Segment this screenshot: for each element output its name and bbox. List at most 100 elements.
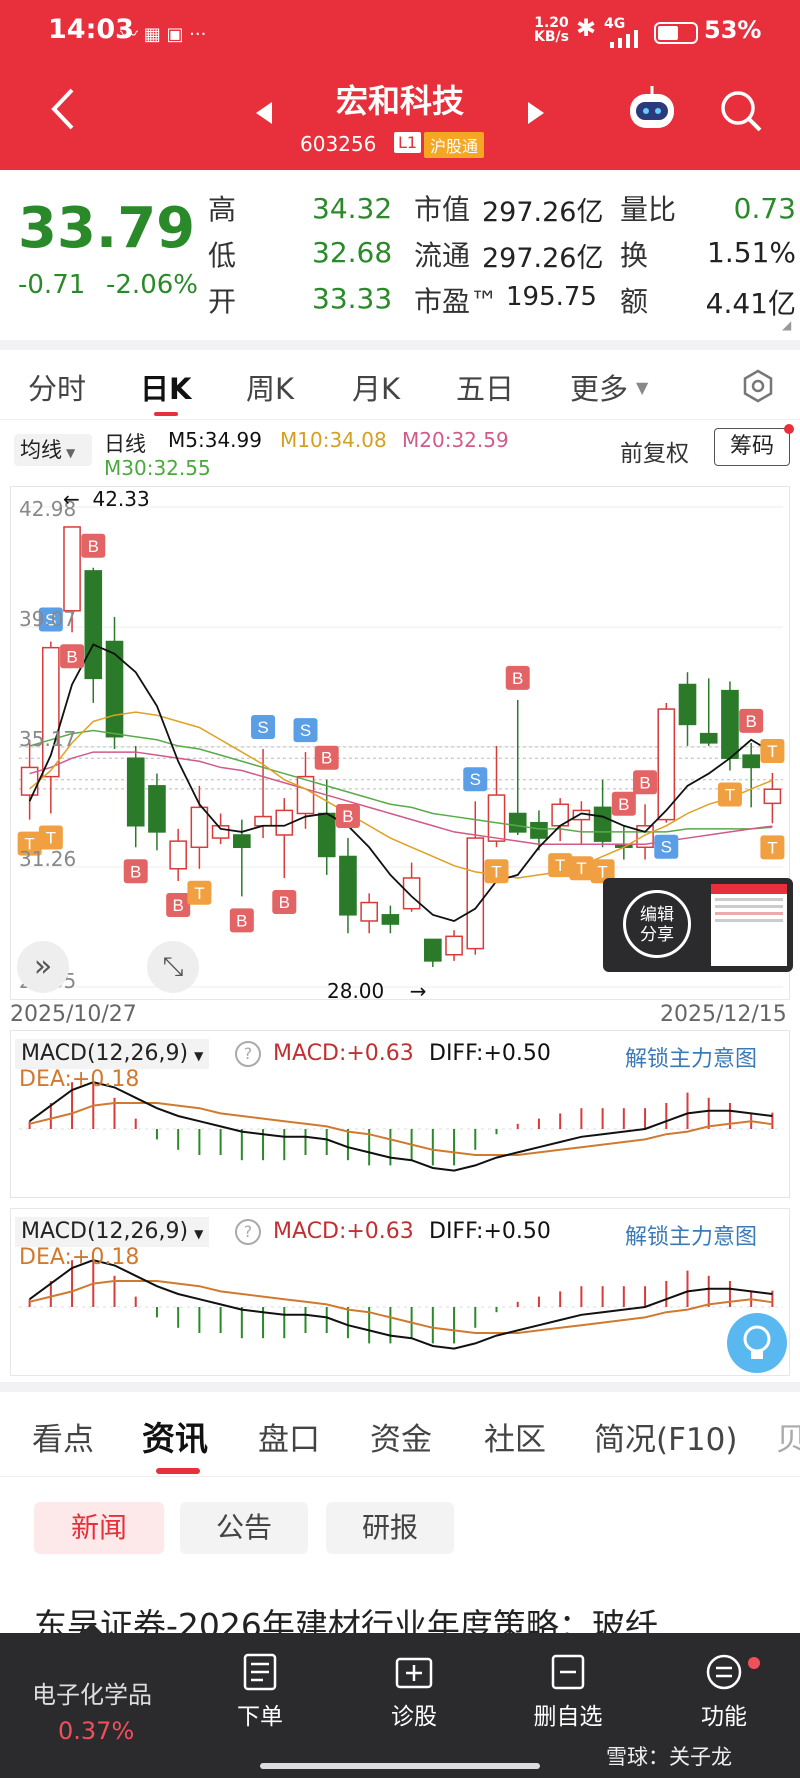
max-price-note: ← 42.33 — [63, 487, 150, 511]
help-icon[interactable]: ? — [235, 1041, 261, 1067]
min-price-note: 28.00 → — [327, 979, 427, 1003]
candle-body — [296, 775, 315, 815]
tab-community[interactable]: 社区 — [484, 1414, 546, 1459]
remove-watchlist-button[interactable]: 删自选 — [508, 1653, 628, 1731]
sector-name[interactable]: 电子化学品 — [32, 1675, 152, 1710]
min-price-value: 28.00 — [327, 979, 385, 1003]
price-change-pct: -2.06% — [106, 270, 198, 300]
tab-monthly-k[interactable]: 月K — [352, 366, 400, 408]
tab-daily-k[interactable]: 日K — [140, 366, 191, 408]
tab-f10[interactable]: 简况(F10) — [594, 1414, 737, 1459]
signal-label: T — [767, 838, 777, 857]
diagnose-icon — [395, 1657, 433, 1689]
volume-ratio-label: 量比 — [620, 193, 677, 226]
signal-label: T — [194, 884, 204, 903]
search-icon[interactable] — [718, 88, 764, 134]
functions-button[interactable]: 功能 — [664, 1653, 784, 1731]
expand-icon[interactable]: ◢ — [782, 318, 791, 332]
date-end: 2025/12/15 — [660, 1002, 787, 1027]
level-badge: L1 — [394, 132, 422, 153]
open-label: 开 — [208, 285, 237, 318]
market-cap-label: 市值 — [414, 193, 471, 226]
float-cap-label: 流通 — [414, 239, 471, 272]
tab-partial[interactable]: 贝 — [776, 1414, 800, 1459]
adjust-mode[interactable]: 前复权 — [620, 434, 689, 468]
signal-label: B — [321, 749, 332, 768]
prev-stock-button[interactable] — [254, 100, 274, 130]
candle-body — [126, 757, 145, 827]
subtab-announcements[interactable]: 公告 — [180, 1502, 308, 1554]
edit-share-button[interactable]: 编辑 分享 — [623, 890, 691, 958]
signal-label: B — [512, 669, 523, 688]
signal-label: B — [745, 712, 756, 731]
tab-highlights[interactable]: 看点 — [32, 1414, 94, 1459]
lightbulb-icon[interactable] — [727, 1313, 787, 1373]
signal-label: B — [130, 862, 141, 881]
subtab-research[interactable]: 研报 — [326, 1502, 454, 1554]
expand-panel-button[interactable]: » — [17, 941, 69, 993]
macd-title: MACD(12,26,9) — [21, 1041, 189, 1066]
settings-icon[interactable] — [740, 368, 776, 404]
ma10-value: M10:34.08 — [280, 428, 387, 452]
signal-icon — [604, 30, 644, 48]
candle-body — [466, 837, 485, 950]
tab-more[interactable]: 更多 — [570, 366, 628, 408]
back-button[interactable] — [44, 84, 84, 134]
tab-capital[interactable]: 资金 — [370, 1414, 432, 1459]
candle-body — [402, 877, 421, 910]
fullscreen-icon[interactable]: ⤡ — [147, 941, 199, 993]
tab-orderbook[interactable]: 盘口 — [258, 1414, 320, 1459]
next-stock-button[interactable] — [526, 100, 546, 130]
diagnose-button[interactable]: 诊股 — [354, 1653, 474, 1731]
net-speed: 1.20 KB/s — [534, 16, 569, 44]
notification-dot — [784, 424, 794, 434]
signal-label: S — [661, 838, 672, 857]
diff-line — [29, 1259, 773, 1350]
kline-chart[interactable]: TTSBBBBTBSBSBBSTBTTTBBSTBTT 42.98 39.07 … — [10, 486, 793, 1003]
chevron-down-icon: ▼ — [636, 378, 649, 397]
signal-label: S — [470, 770, 481, 789]
signal-label: B — [342, 807, 353, 826]
dea-line — [29, 1102, 773, 1156]
candle-body — [317, 812, 336, 858]
ma-select[interactable]: 均线 ▼ — [14, 434, 92, 466]
candle-body — [530, 821, 548, 839]
share-label: 分享 — [640, 925, 674, 945]
tab-intraday[interactable]: 分时 — [28, 366, 86, 408]
float-cap-value: 297.26亿 — [482, 243, 604, 274]
news-headline[interactable]: 东吴证券-2026年建材行业年度策略：玻纤 — [34, 1604, 800, 1633]
watermark: 雪球：关子龙 — [606, 1745, 732, 1769]
notification-dot — [748, 1657, 760, 1669]
candle-body — [424, 938, 442, 962]
unlock-link[interactable]: 解锁主力意图 — [625, 1041, 757, 1073]
chevron-down-icon: ▼ — [66, 446, 76, 460]
diff-line — [29, 1081, 773, 1172]
macd-panel-1[interactable]: MACD(12,26,9) ▼ ? MACD:+0.63 DIFF:+0.50 解… — [10, 1030, 790, 1198]
macd-select[interactable]: MACD(12,26,9) ▼ — [15, 1039, 210, 1069]
y-tick-1: 39.07 — [19, 607, 77, 631]
tab-weekly-k[interactable]: 周K — [246, 366, 294, 408]
chips-button[interactable]: 筹码 — [714, 428, 790, 466]
high-label: 高 — [208, 193, 237, 226]
macd-select[interactable]: MACD(12,26,9) ▼ — [15, 1217, 210, 1247]
stock-name: 宏和科技 — [335, 82, 464, 120]
help-icon[interactable]: ? — [235, 1219, 261, 1245]
order-label: 下单 — [237, 1704, 283, 1730]
robot-assistant-icon[interactable] — [624, 84, 680, 136]
signal-label: S — [257, 718, 268, 737]
share-popup[interactable]: 编辑 分享 — [603, 878, 793, 972]
candle-body — [105, 640, 124, 738]
order-button[interactable]: 下单 — [200, 1653, 320, 1731]
tab-news[interactable]: 资讯 — [142, 1412, 208, 1460]
unlock-link[interactable]: 解锁主力意图 — [625, 1219, 757, 1251]
macd-panel-2[interactable]: MACD(12,26,9) ▼ ? MACD:+0.63 DIFF:+0.50 解… — [10, 1208, 790, 1376]
high-value: 34.32 — [312, 192, 393, 225]
signal-label: B — [279, 893, 290, 912]
menu-icon — [706, 1654, 742, 1690]
tab-five-day[interactable]: 五日 — [456, 366, 514, 408]
quote-panel: 33.79 -0.71 -2.06% 高 34.32 低 32.68 开 33.… — [0, 170, 800, 340]
candle-body — [699, 732, 718, 744]
subtab-news[interactable]: 新闻 — [34, 1502, 164, 1554]
signal-label: B — [88, 537, 99, 556]
turnover-label: 换 — [620, 239, 649, 272]
